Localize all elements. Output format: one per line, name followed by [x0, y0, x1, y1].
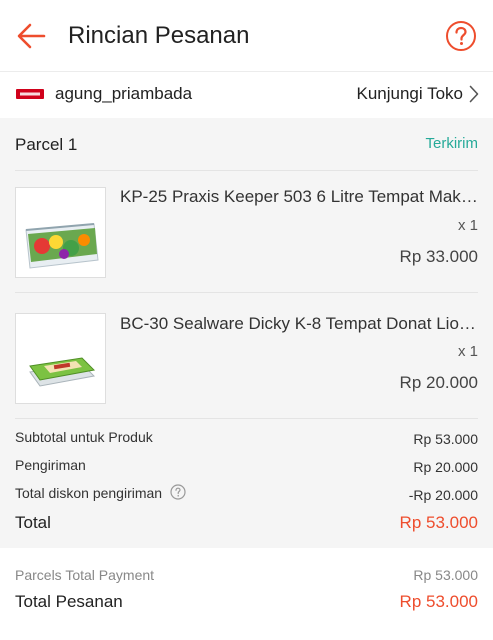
food-container-image — [16, 188, 105, 277]
parcels-total-payment-label: Parcels Total Payment — [15, 567, 155, 583]
divider — [15, 170, 478, 171]
shipping-discount-row: Total diskon pengiriman — [15, 483, 186, 505]
visit-shop-label: Kunjungi Toko — [356, 84, 464, 103]
question-circle-icon[interactable] — [170, 484, 186, 505]
product-thumbnail[interactable] — [15, 187, 106, 278]
divider — [15, 418, 478, 419]
shipping-discount-label: Total diskon pengiriman — [15, 485, 163, 501]
arrow-left-icon — [17, 23, 46, 49]
order-total-label: Total Pesanan — [15, 592, 123, 611]
shipping-value: Rp 20.000 — [413, 459, 478, 475]
order-total-value: Rp 53.000 — [399, 592, 478, 611]
total-value: Rp 53.000 — [399, 513, 478, 532]
shop-name: agung_priambada — [55, 84, 193, 103]
shipping-discount-value: -Rp 20.000 — [408, 487, 478, 503]
product-quantity: x 1 — [457, 343, 478, 360]
mall-badge-icon — [16, 89, 44, 99]
product-name[interactable]: BC-30 Sealware Dicky K-8 Tempat Donat Li… — [120, 313, 478, 335]
question-circle-icon — [446, 21, 476, 51]
parcel-status: Terkirim — [425, 135, 479, 152]
back-button[interactable] — [16, 20, 48, 52]
parcels-total-payment-value: Rp 53.000 — [413, 567, 478, 583]
product-price: Rp 33.000 — [399, 247, 478, 266]
subtotal-value: Rp 53.000 — [413, 431, 478, 447]
product-name[interactable]: KP-25 Praxis Keeper 503 6 Litre Tempat M… — [120, 186, 478, 208]
page-title: Rincian Pesanan — [68, 22, 250, 49]
visit-shop-button[interactable]: Kunjungi Toko — [357, 82, 480, 106]
shipping-label: Pengiriman — [15, 457, 86, 473]
parcel-label: Parcel 1 — [15, 135, 78, 154]
product-price: Rp 20.000 — [399, 373, 478, 392]
donut-box-image — [16, 314, 105, 403]
product-thumbnail[interactable] — [15, 313, 106, 404]
divider — [15, 292, 478, 293]
total-label: Total — [15, 513, 51, 532]
help-button[interactable] — [445, 20, 477, 52]
chevron-right-icon — [469, 85, 479, 103]
subtotal-label: Subtotal untuk Produk — [15, 429, 153, 445]
product-quantity: x 1 — [457, 217, 478, 234]
